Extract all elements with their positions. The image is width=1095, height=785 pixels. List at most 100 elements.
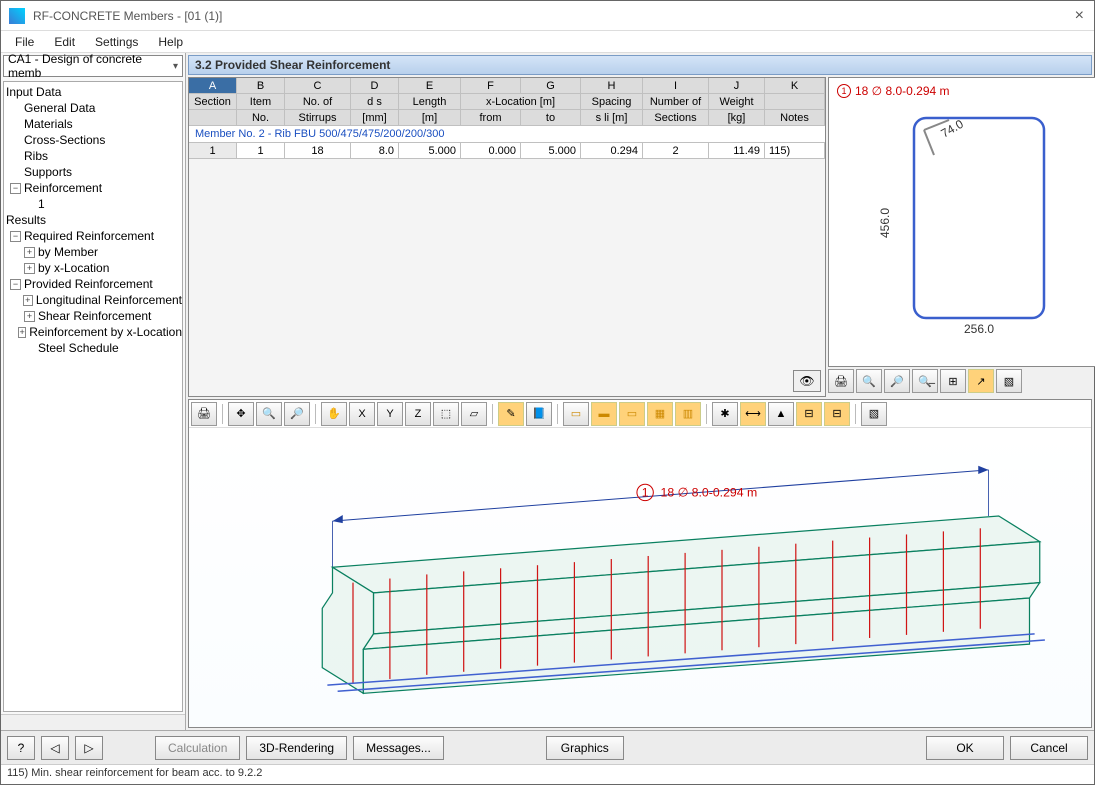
col-A[interactable]: A (189, 78, 237, 94)
cross-section-view[interactable]: 1 18 ∅ 8.0-0.294 m 74.0 456.0 256.0 (828, 77, 1095, 367)
nav-tree[interactable]: Input Data General Data Materials Cross-… (3, 81, 183, 712)
wire-icon[interactable]: ▭ (563, 402, 589, 426)
col-C[interactable]: C (285, 78, 351, 94)
print-icon[interactable]: 🖨 (191, 402, 217, 426)
messages-button[interactable]: Messages... (353, 736, 444, 760)
col-H[interactable]: H (581, 78, 643, 94)
zoom-icon[interactable]: 🔎 (884, 369, 910, 393)
edit-icon[interactable]: ✎ (498, 402, 524, 426)
graphics-button[interactable]: Graphics (546, 736, 624, 760)
iso-icon[interactable]: ⬚ (433, 402, 459, 426)
plus-icon[interactable]: + (24, 263, 35, 274)
button-row: ? ◁ ▷ Calculation 3D-Rendering Messages.… (1, 730, 1094, 764)
view-x-icon[interactable]: X (349, 402, 375, 426)
calculation-button[interactable]: Calculation (155, 736, 240, 760)
axes-icon[interactable]: ✱ (712, 402, 738, 426)
tree-materials[interactable]: Materials (4, 116, 182, 132)
pan-icon[interactable]: ✋ (321, 402, 347, 426)
minus-icon[interactable]: − (10, 279, 21, 290)
minus-icon[interactable]: − (10, 183, 21, 194)
selection-icon[interactable]: ✥ (228, 402, 254, 426)
col-J[interactable]: J (709, 78, 765, 94)
show-values-icon[interactable]: ↗ (968, 369, 994, 393)
view-y-icon[interactable]: Y (377, 402, 403, 426)
col-D[interactable]: D (351, 78, 399, 94)
tree-supports[interactable]: Supports (4, 164, 182, 180)
table-row[interactable]: 1 1 18 8.0 5.000 0.000 5.000 0.294 2 11.… (189, 143, 825, 159)
col-F[interactable]: F (461, 78, 521, 94)
rendering-button[interactable]: 3D-Rendering (246, 736, 347, 760)
zoom-out-icon[interactable]: 🔍̶ (912, 369, 938, 393)
zoom-icon[interactable]: 🔍 (256, 402, 282, 426)
tree-long-reinf[interactable]: +Longitudinal Reinforcement (4, 292, 182, 308)
col-K[interactable]: K (765, 78, 825, 94)
col-G[interactable]: G (521, 78, 581, 94)
plus-icon[interactable]: + (24, 311, 35, 322)
close-icon[interactable]: × (1075, 7, 1084, 25)
print-icon[interactable]: 🖨 (828, 369, 854, 393)
help-icon: ? (18, 741, 25, 755)
tree-reinf-1[interactable]: 1 (4, 196, 182, 212)
view3d-icon[interactable]: ▧ (996, 369, 1022, 393)
tag-icon[interactable]: ⊟ (824, 402, 850, 426)
menu-settings[interactable]: Settings (85, 33, 148, 51)
dimensions-icon[interactable]: ⊞ (940, 369, 966, 393)
table-letter-row: A B C D E F G H I J K (189, 78, 825, 94)
perspective-icon[interactable]: ▱ (461, 402, 487, 426)
cross-section-panel: 1 18 ∅ 8.0-0.294 m 74.0 456.0 256.0 🖨 🔍 (828, 77, 1095, 397)
app-icon (9, 8, 25, 24)
zoom-window-icon[interactable]: 🔎 (284, 402, 310, 426)
menu-help[interactable]: Help (148, 33, 193, 51)
section-icon[interactable]: ▭ (619, 402, 645, 426)
render-toolbar: 🖨 ✥ 🔍 🔎 ✋ X Y Z ⬚ ▱ ✎ 📘 ▭ ▬ ▭ ▦ (189, 400, 1091, 428)
tree-shear-reinf[interactable]: +Shear Reinforcement (4, 308, 182, 324)
sidebar-scrollbar[interactable] (1, 714, 185, 730)
cancel-button[interactable]: Cancel (1010, 736, 1088, 760)
dim-toggle-icon[interactable]: ⟷ (740, 402, 766, 426)
circle-number-icon: 1 (837, 84, 851, 98)
tree-by-member[interactable]: +by Member (4, 244, 182, 260)
svg-text:456.0: 456.0 (878, 208, 892, 238)
ok-button[interactable]: OK (926, 736, 1004, 760)
col-I[interactable]: I (643, 78, 709, 94)
sidebar: CA1 - Design of concrete memb ▾ Input Da… (1, 53, 186, 730)
tree-required-reinf[interactable]: −Required Reinforcement (4, 228, 182, 244)
tree-ribs[interactable]: Ribs (4, 148, 182, 164)
tree-general-data[interactable]: General Data (4, 100, 182, 116)
help-button[interactable]: ? (7, 736, 35, 760)
solid-icon[interactable]: ▬ (591, 402, 617, 426)
surface-icon[interactable]: ▧ (861, 402, 887, 426)
results-table: A B C D E F G H I J K Section Item No. o… (188, 77, 826, 397)
tree-cross-sections[interactable]: Cross-Sections (4, 132, 182, 148)
col-E[interactable]: E (399, 78, 461, 94)
menu-edit[interactable]: Edit (44, 33, 85, 51)
tree-reinf-by-xloc[interactable]: +Reinforcement by x-Location (4, 324, 182, 340)
tree-results[interactable]: Results (4, 212, 182, 228)
col-B[interactable]: B (237, 78, 285, 94)
section-title: 3.2 Provided Shear Reinforcement (188, 55, 1092, 75)
xsec-toolbar: 🖨 🔍 🔎 🔍̶ ⊞ ↗ ▧ (828, 369, 1095, 397)
member-group-row[interactable]: Member No. 2 - Rib FBU 500/475/475/200/2… (189, 126, 825, 143)
next-button[interactable]: ▷ (75, 736, 103, 760)
plus-icon[interactable]: + (18, 327, 26, 338)
view-toggle-button[interactable]: 👁 (793, 370, 821, 392)
tree-steel-schedule[interactable]: Steel Schedule (4, 340, 182, 356)
plus-icon[interactable]: + (24, 247, 35, 258)
menu-file[interactable]: File (5, 33, 44, 51)
book-icon[interactable]: 📘 (526, 402, 552, 426)
fill-icon[interactable]: ▥ (675, 402, 701, 426)
plus-icon[interactable]: + (23, 295, 33, 306)
find-icon[interactable]: 🔍 (856, 369, 882, 393)
case-selector[interactable]: CA1 - Design of concrete memb ▾ (3, 55, 183, 77)
tree-reinforcement[interactable]: −Reinforcement (4, 180, 182, 196)
support-icon[interactable]: ▲ (768, 402, 794, 426)
tree-input-data[interactable]: Input Data (4, 84, 182, 100)
hatch-icon[interactable]: ▦ (647, 402, 673, 426)
label-icon[interactable]: ⊟ (796, 402, 822, 426)
tree-provided-reinf[interactable]: −Provided Reinforcement (4, 276, 182, 292)
minus-icon[interactable]: − (10, 231, 21, 242)
view-z-icon[interactable]: Z (405, 402, 431, 426)
render-view[interactable]: 1 18 ∅ 8.0-0.294 m (189, 428, 1091, 727)
prev-button[interactable]: ◁ (41, 736, 69, 760)
tree-by-xlocation[interactable]: +by x-Location (4, 260, 182, 276)
